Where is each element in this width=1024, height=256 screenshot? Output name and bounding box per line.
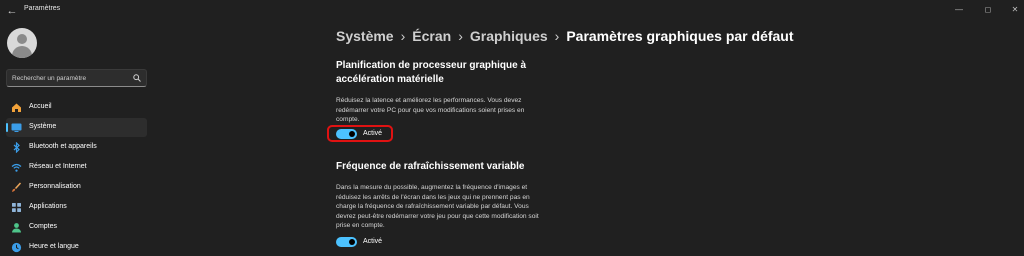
search-box[interactable] [6, 69, 147, 87]
breadcrumb-separator: › [554, 28, 560, 44]
monitor-icon [11, 123, 22, 132]
brush-icon [12, 182, 22, 192]
sidebar-item-systeme[interactable]: Système [6, 118, 147, 137]
sidebar-item-label: Comptes [29, 223, 58, 230]
page-title: Paramètres graphiques par défaut [566, 28, 794, 44]
section-title-vrr: Fréquence de rafraîchissement variable [336, 161, 525, 172]
sidebar-item-label: Heure et langue [29, 243, 79, 250]
account-icon [12, 223, 21, 233]
sidebar-item-label: Bluetooth et appareils [29, 143, 97, 150]
breadcrumb-item-ecran[interactable]: Écran [412, 28, 451, 44]
close-icon[interactable]: ✕ [1007, 3, 1023, 17]
sidebar-item-label: Personnalisation [29, 183, 81, 190]
avatar-head [17, 34, 27, 44]
sidebar-item-personnalisation[interactable]: Personnalisation [6, 178, 147, 197]
sidebar-item-comptes[interactable]: Comptes [6, 218, 147, 237]
avatar[interactable] [7, 28, 37, 58]
section-description-gpu-scheduling: Réduisez la latence et améliorez les per… [336, 97, 525, 123]
section-description-vrr: Dans la mesure du possible, augmentez la… [336, 184, 539, 229]
sidebar-item-bluetooth[interactable]: Bluetooth et appareils [6, 138, 147, 157]
breadcrumb-separator: › [458, 28, 463, 44]
avatar-body [12, 46, 32, 58]
search-icon[interactable] [133, 74, 141, 82]
sidebar-item-label: Accueil [29, 103, 52, 110]
toggle-state-label: Activé [363, 130, 383, 137]
maximize-icon[interactable]: ◻ [980, 3, 996, 17]
app-title: Paramètres [24, 5, 61, 12]
globe-clock-icon [11, 242, 22, 253]
apps-icon [12, 203, 21, 212]
breadcrumb-item-systeme[interactable]: Système [336, 28, 394, 44]
toggle-knob [349, 239, 355, 245]
sidebar-item-label: Réseau et Internet [29, 163, 87, 170]
vrr-toggle[interactable] [336, 237, 357, 247]
minimize-icon[interactable]: — [951, 3, 967, 17]
toggle-knob [349, 131, 355, 137]
back-arrow-icon[interactable]: ← [5, 4, 19, 18]
gpu-scheduling-toggle[interactable] [336, 129, 357, 139]
search-input[interactable] [12, 72, 130, 85]
breadcrumb-separator: › [400, 28, 406, 44]
sidebar-item-label: Applications [29, 203, 67, 210]
breadcrumb-item-graphiques[interactable]: Graphiques [470, 28, 548, 44]
bluetooth-icon [13, 142, 20, 153]
sidebar-item-accueil[interactable]: Accueil [6, 98, 147, 117]
title-bar: ← Paramètres — ◻ ✕ [0, 0, 1024, 22]
section-title-gpu-scheduling: Planification de processeur graphique à … [336, 60, 527, 85]
sidebar-item-label: Système [29, 123, 57, 130]
breadcrumb: Système › Écran › Graphiques › Paramètres grap… [336, 28, 794, 44]
home-icon [12, 103, 21, 112]
wifi-icon [11, 163, 22, 172]
sidebar-item-applications[interactable]: Applications [6, 198, 147, 217]
sidebar-item-reseau[interactable]: Réseau et Internet [6, 158, 147, 177]
sidebar-item-heure[interactable]: Heure et langue [6, 238, 147, 256]
toggle-state-label: Activé [363, 238, 383, 245]
